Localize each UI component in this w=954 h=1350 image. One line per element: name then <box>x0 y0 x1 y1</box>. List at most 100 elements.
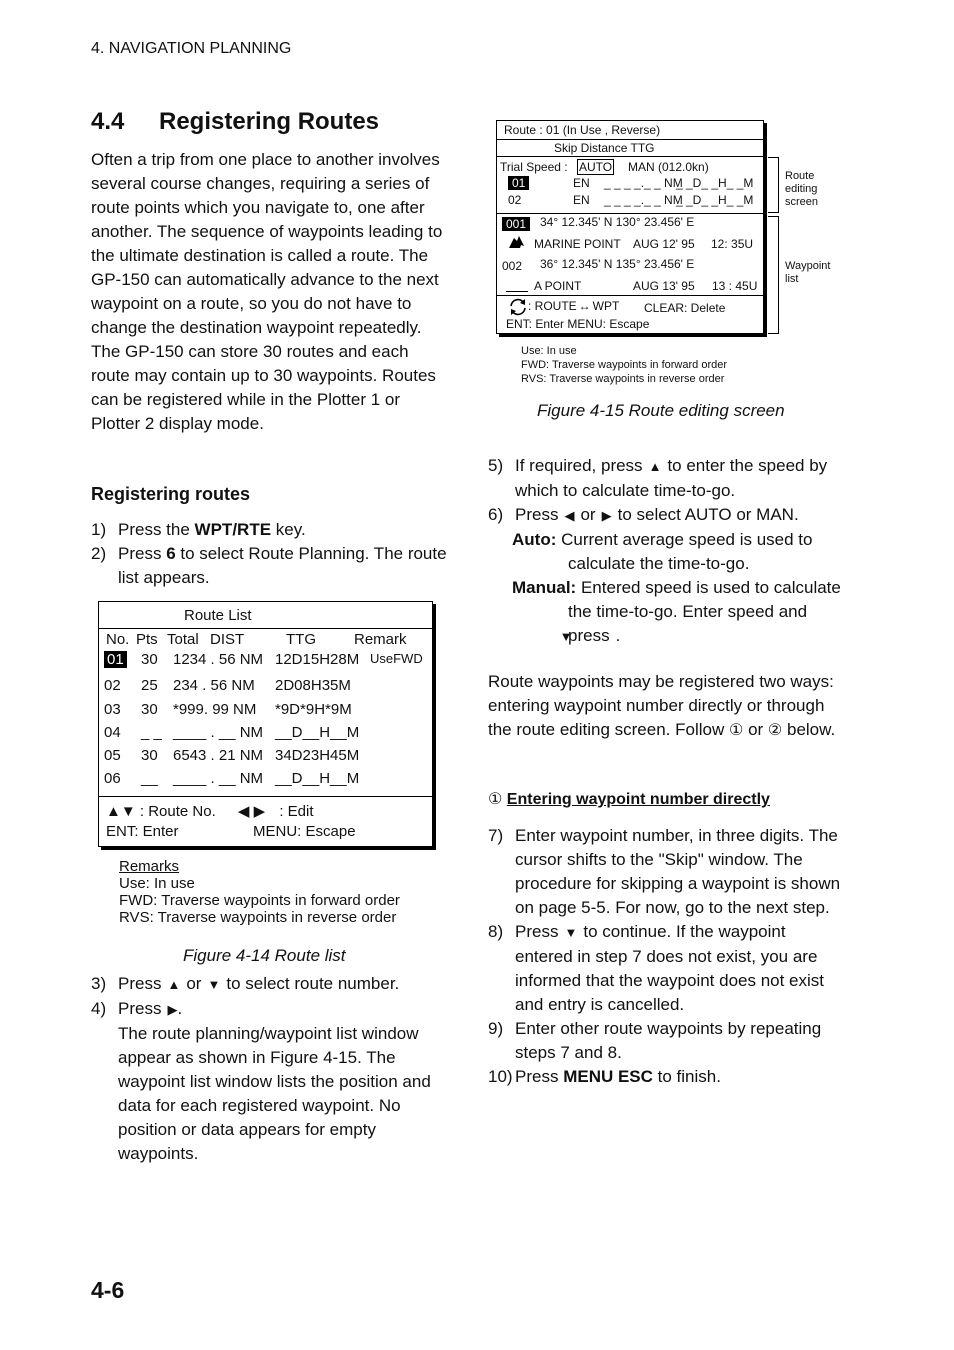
step-number: 5) <box>488 456 504 475</box>
section-number: 4.4 <box>91 108 125 135</box>
leg-number[interactable]: 01 <box>508 176 530 190</box>
step-text: If required, press ▲ to enter the speed by… <box>515 454 848 503</box>
remarks-title: Remarks <box>119 858 180 875</box>
waypoint-position: 34° 12.345' N 130° 23.456' E <box>540 215 695 229</box>
man-option[interactable]: MAN (012.0kn) <box>628 160 709 174</box>
section-title-text: Registering Routes <box>159 108 380 135</box>
route-no: 02 <box>104 677 121 694</box>
route-list-row[interactable]: 03 30 *999. 99 NM *9D*9H*9M <box>99 701 432 723</box>
subhead-registering-routes: Registering routes <box>91 484 251 504</box>
route-list-footer-2: ENT: Enter MENU: Escape <box>106 823 356 840</box>
step-text-post: key. <box>271 520 306 539</box>
route-list-row[interactable]: 02 25 234 . 56 NM 2D08H35M <box>99 677 432 699</box>
leg-ttg: _ _D_ _H_ _M <box>676 176 754 190</box>
route-no: 03 <box>104 701 121 718</box>
step-2: 2) Press 6 to select Route Planning. The… <box>91 542 451 590</box>
ways-end: below. <box>787 720 836 739</box>
step-4: 4) Press ▶. <box>91 997 451 1022</box>
waypoint-name: A POINT <box>534 279 582 293</box>
step-text: Enter other route waypoints by repeating… <box>515 1019 822 1062</box>
leg-distance: _ _ _ _._ _ NM <box>604 193 683 207</box>
remarks-line: Use: In use <box>119 875 195 892</box>
route-ttg: 2D08H35M <box>275 677 351 694</box>
leg-distance: _ _ _ _._ _ NM <box>604 176 683 190</box>
figure-4-14-caption: Figure 4-14 Route list <box>183 946 346 965</box>
route-list-row[interactable]: 06 __ ____ . __ NM __D__H__M <box>99 770 432 792</box>
route-list-row[interactable]: 04 _ _ ____ . __ NM __D__H__M <box>99 724 432 746</box>
step-text: Press ▼ to continue. If the waypoint enter… <box>515 920 843 1017</box>
route-dist: *999. 99 NM <box>173 701 257 718</box>
step-number: 6) <box>488 505 504 524</box>
step-text-pre: Press the <box>118 520 195 539</box>
circled-one-icon: ① <box>728 722 744 739</box>
route-no-hint: : Route No. <box>139 803 216 820</box>
route-list-row[interactable]: 01 30 1234 . 56 NM 12D15H28M UseFWD <box>99 651 432 673</box>
route-pts: __ <box>141 770 158 787</box>
manual-text: Entered speed is used to calculate the t… <box>568 578 841 645</box>
step-number: 9) <box>488 1019 504 1038</box>
step-number: 2) <box>91 544 107 563</box>
legend-line: RVS: Traverse waypoints in reverse order <box>521 373 725 385</box>
step-10: 10) Press MENU ESC to finish. <box>488 1065 843 1089</box>
leg-en: EN <box>573 193 590 207</box>
bracket-route-editing <box>768 157 779 213</box>
waypoint-number[interactable]: 001 <box>502 217 531 231</box>
auto-option[interactable]: AUTO <box>577 159 615 175</box>
step-text-pre: Press <box>515 505 559 524</box>
divider <box>99 796 432 797</box>
route-wpt-toggle-hint: : ROUTE ↔ WPT <box>528 299 619 313</box>
circled-one-icon: ① <box>488 791 503 808</box>
route-list-title: Route List <box>184 607 252 624</box>
leg-ttg: _ _D_ _H_ _M <box>676 193 754 207</box>
divider <box>99 628 432 629</box>
manual-label: Manual: <box>512 578 577 597</box>
mark-blank <box>506 291 528 292</box>
waypoint-time: 13 : 45U <box>712 279 758 293</box>
leg-number[interactable]: 02 <box>508 193 521 207</box>
key-name: MENU ESC <box>563 1067 653 1086</box>
route-edit-legend: Use: In use FWD: Traverse waypoints in f… <box>521 344 727 386</box>
rotate-arrows-icon-svg <box>510 298 526 316</box>
registration-ways-paragraph: Route waypoints may be registered two wa… <box>488 670 843 743</box>
step-text: Press ▲ or ▼ to select route number. <box>118 972 451 997</box>
ways-or: or <box>748 720 764 739</box>
route-editing-figure: Route : 01 (In Use , Reverse) Skip Dista… <box>496 120 764 334</box>
route-no: 05 <box>104 747 121 764</box>
key-name: 6 <box>166 544 176 563</box>
step-text-post: to select AUTO or MAN. <box>617 505 799 524</box>
running-head: 4. NAVIGATION PLANNING <box>91 40 292 57</box>
steps-5-6: 5) If required, press ▲ to enter the speed… <box>488 454 848 649</box>
left-arrow-icon: ◀ <box>564 508 575 523</box>
route-no: 04 <box>104 724 121 741</box>
route-ttg: 12D15H28M <box>275 651 360 668</box>
step-4-body-text: The route planning/waypoint list window … <box>118 1024 431 1163</box>
route-list-figure: Route List No. Pts Total DIST TTG Remark… <box>98 601 433 847</box>
bracket-waypoint-list <box>768 216 779 334</box>
route-pts: 30 <box>141 747 158 764</box>
step-text-pre: Press <box>515 1067 564 1086</box>
step-5: 5) If required, press ▲ to enter the speed… <box>488 454 848 503</box>
rotate-arrows-icon <box>508 298 528 319</box>
page-number: 4-6 <box>91 1277 125 1303</box>
route-dist: 234 . 56 NM <box>173 677 255 694</box>
header-total: Total <box>167 631 199 648</box>
mark-icon <box>508 235 526 252</box>
skip-distance-header: Skip Distance TTG <box>554 141 655 155</box>
auto-text: Current average speed is used to calcula… <box>561 530 813 573</box>
route-remark: UseFWD <box>370 651 423 666</box>
subhead-entering-waypoint: ① Entering waypoint number directly <box>488 789 770 809</box>
step-text-post: to finish. <box>652 1067 721 1086</box>
step-text-post: to continue. If the waypoint entered in … <box>515 922 825 1014</box>
step-9: 9) Enter other route waypoints by repeat… <box>488 1017 843 1065</box>
waypoint-date: AUG 12' 95 <box>633 237 695 251</box>
step-text-post: to select route number. <box>226 974 400 993</box>
divider <box>497 139 763 140</box>
route-no: 01 <box>104 651 127 668</box>
waypoint-number[interactable]: 002 <box>502 259 522 273</box>
right-arrow-icon: ▶ <box>601 508 612 523</box>
route-pts: 30 <box>141 651 158 668</box>
route-list-row[interactable]: 05 30 6543 . 21 NM 34D23H45M <box>99 747 432 769</box>
trial-speed-label: Trial Speed : <box>500 160 568 174</box>
step-4-body: The route planning/waypoint list window … <box>91 1022 451 1166</box>
steps-3-4: 3) Press ▲ or ▼ to select route number. 4) P… <box>91 972 451 1166</box>
